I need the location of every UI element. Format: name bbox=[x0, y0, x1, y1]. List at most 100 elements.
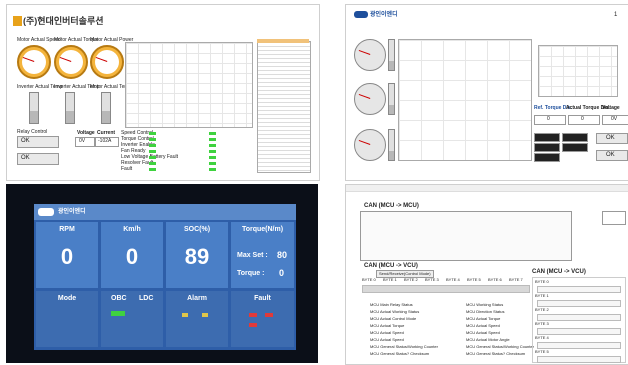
torque-tile: Torque(N/m) Max Set : 80 Torque : 0 bbox=[231, 222, 294, 288]
data-table bbox=[257, 41, 311, 173]
max-set-label: Max Set : bbox=[237, 252, 268, 259]
can-input-block bbox=[360, 211, 572, 261]
byte-header-row: BYTE 0 BYTE 1 BYTE 2 BYTE 3 BYTE 4 BYTE … bbox=[362, 276, 532, 284]
fault-indicator-3 bbox=[249, 323, 257, 327]
corner-number: 1 bbox=[614, 12, 618, 18]
can-title-top: CAN (MCU -> MCU) bbox=[364, 203, 419, 209]
list-item: MCU Actual Torque bbox=[370, 323, 405, 328]
status-led bbox=[149, 144, 156, 147]
rpm-tile: RPM 0 bbox=[36, 222, 98, 288]
bar-1 bbox=[388, 39, 395, 71]
byte-label: BYTE 2 bbox=[404, 277, 418, 282]
panel-can-monitor: CAN (MCU -> MCU) CAN (MCU -> VCU) Send/R… bbox=[345, 184, 628, 365]
field-headers: Ref. Torque Dis. Actual Torque Dis. Volt… bbox=[534, 106, 628, 114]
byte-row-label: BYTE 0 bbox=[535, 279, 549, 284]
speed-tile: Km/h 0 bbox=[101, 222, 163, 288]
status-led bbox=[149, 168, 156, 171]
list-item: MCU Actual Motor Angle bbox=[466, 337, 510, 342]
ref-torque-value: 0 bbox=[547, 116, 550, 122]
list-item: MCU Actual Working Status bbox=[370, 309, 420, 314]
obc-ldc-tile: OBC LDC bbox=[101, 291, 163, 347]
ref-torque-value-box bbox=[534, 115, 566, 125]
status-list: Speed Control Torque Control Inverter En… bbox=[119, 129, 254, 177]
panel-motor-monitor: 광인이엔디 1 Ref. Torque Dis. Actual Torque D… bbox=[345, 4, 628, 181]
byte-row-label: BYTE 3 bbox=[535, 321, 549, 326]
gauge-2 bbox=[354, 83, 386, 115]
byte-value-row bbox=[362, 285, 530, 293]
byte-label: BYTE 6 bbox=[488, 277, 502, 282]
byte-row-label: BYTE 4 bbox=[535, 335, 549, 340]
soc-value: 89 bbox=[184, 244, 210, 269]
list-item: MCU Main Relay Status bbox=[370, 302, 413, 307]
status-led bbox=[149, 162, 156, 165]
fault-indicator-2 bbox=[265, 313, 273, 317]
main-chart bbox=[398, 39, 532, 161]
gauge-3 bbox=[354, 129, 386, 161]
rpm-label: RPM bbox=[59, 226, 75, 233]
list-item: MCU Actual Speed bbox=[370, 337, 404, 342]
relay-control-label: Relay Control bbox=[17, 129, 48, 135]
list-item: MCU General Status/Working Counter bbox=[370, 344, 438, 349]
torque-gauge bbox=[54, 45, 88, 79]
byte-row-label: BYTE 1 bbox=[535, 293, 549, 298]
status-led bbox=[209, 150, 216, 153]
actual-torque-value: 0 bbox=[581, 116, 584, 122]
voltage-label: Voltage bbox=[77, 130, 95, 136]
table-header bbox=[257, 39, 309, 43]
gauge-1 bbox=[354, 39, 386, 71]
alarm-label: Alarm bbox=[187, 295, 207, 302]
rpm-value: 0 bbox=[60, 244, 74, 269]
ok-text-1: OK bbox=[606, 135, 615, 141]
byte-cells-row bbox=[537, 314, 621, 321]
byte-label: BYTE 7 bbox=[509, 277, 523, 282]
status-led bbox=[149, 138, 156, 141]
side-chart-1 bbox=[538, 45, 618, 97]
byte-row-label: BYTE 2 bbox=[535, 307, 549, 312]
speed-value: 0 bbox=[125, 244, 139, 269]
send-panel bbox=[602, 211, 626, 225]
list-item: MCU Direction Status bbox=[466, 309, 505, 314]
torque-now-value: 0 bbox=[279, 268, 285, 278]
right-byte-block: BYTE 0 BYTE 1 BYTE 2 BYTE 3 BYTE 4 BYTE … bbox=[532, 277, 626, 363]
alarm-indicator-2 bbox=[202, 313, 208, 317]
status-led bbox=[209, 144, 216, 147]
list-item: MCU Actual Speed bbox=[370, 330, 404, 335]
left-status-list: MCU Main Relay Status MCU Actual Working… bbox=[362, 301, 462, 363]
obc-label: OBC bbox=[111, 295, 127, 302]
speed-label: Km/h bbox=[123, 226, 141, 233]
soc-label: SOC(%) bbox=[183, 226, 211, 233]
panel-vehicle-dashboard: 광인이엔디 RPM 0 Km/h 0 SOC(%) 89 Torque(N/m)… bbox=[6, 184, 318, 363]
dark-indicator-1 bbox=[534, 133, 560, 142]
byte-cells-row bbox=[537, 328, 621, 335]
mode-tile: Mode bbox=[36, 291, 98, 347]
fault-label: Fault bbox=[254, 295, 271, 302]
menu-bar bbox=[346, 185, 628, 192]
temp-bar-3 bbox=[101, 92, 111, 124]
status-ok-text: OK bbox=[21, 138, 30, 144]
status-ok-text-2: OK bbox=[21, 155, 30, 161]
temp-bar-1 bbox=[29, 92, 39, 124]
byte-label: BYTE 0 bbox=[362, 277, 376, 282]
bar-2 bbox=[388, 83, 395, 115]
current-label: Current bbox=[97, 130, 116, 136]
status-led bbox=[209, 156, 216, 159]
list-item: MCU Actual Speed bbox=[466, 323, 500, 328]
list-item: Fault bbox=[121, 166, 133, 172]
current-value: -102A bbox=[98, 138, 112, 144]
fault-indicator-1 bbox=[249, 313, 257, 317]
byte-cells-row bbox=[537, 342, 621, 349]
dashboard-screen: 광인이엔디 RPM 0 Km/h 0 SOC(%) 89 Torque(N/m)… bbox=[34, 204, 296, 350]
brand-name: 광인이엔디 bbox=[370, 12, 398, 18]
byte-row-label: BYTE 5 bbox=[535, 349, 549, 354]
ldc-label: LDC bbox=[139, 295, 154, 302]
list-item: MCU Actual Speed bbox=[466, 330, 500, 335]
list-item: MCU General Status? Checksum bbox=[466, 351, 526, 356]
speed-gauge bbox=[17, 45, 51, 79]
dashboard-brand: 광인이엔디 bbox=[58, 209, 86, 215]
dark-indicator-5 bbox=[562, 143, 588, 152]
panel-inverter-monitor: (주)현대인버터솔루션 Motor Actual Speed Motor Act… bbox=[6, 4, 320, 181]
actual-torque-value-box bbox=[568, 115, 600, 125]
fault-tile: Fault bbox=[231, 291, 294, 347]
voltage-value: 0V bbox=[79, 138, 86, 144]
company-logo-text: (주)현대인버터솔루션 bbox=[23, 16, 104, 26]
